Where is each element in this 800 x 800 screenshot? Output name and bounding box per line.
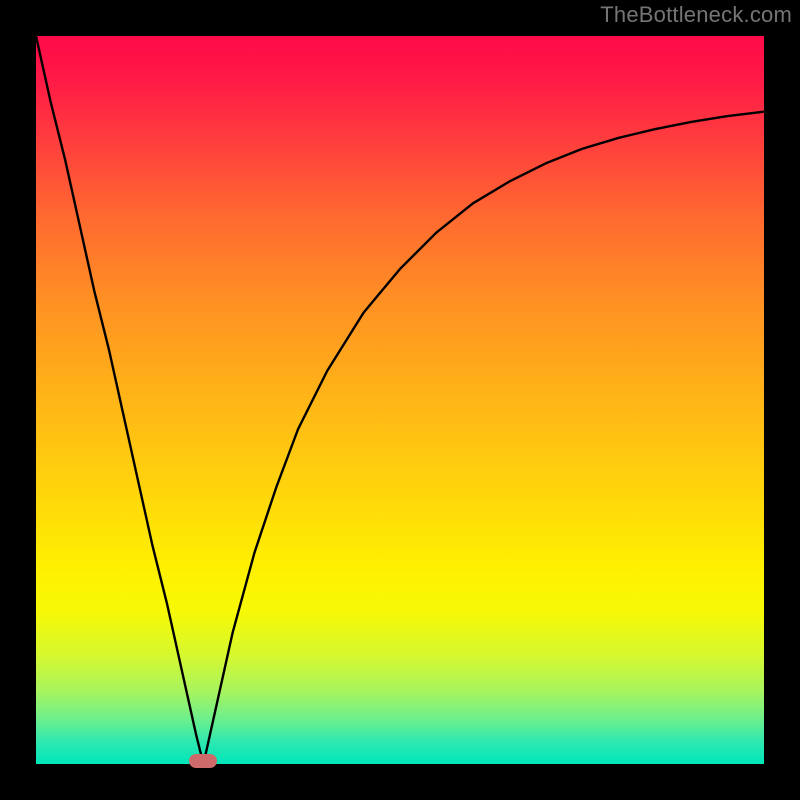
watermark-text: TheBottleneck.com bbox=[600, 2, 792, 28]
optimal-point-marker bbox=[189, 754, 217, 768]
bottleneck-curve bbox=[36, 36, 764, 764]
chart-frame: TheBottleneck.com bbox=[0, 0, 800, 800]
plot-area bbox=[36, 36, 764, 764]
curve-svg bbox=[36, 36, 764, 764]
